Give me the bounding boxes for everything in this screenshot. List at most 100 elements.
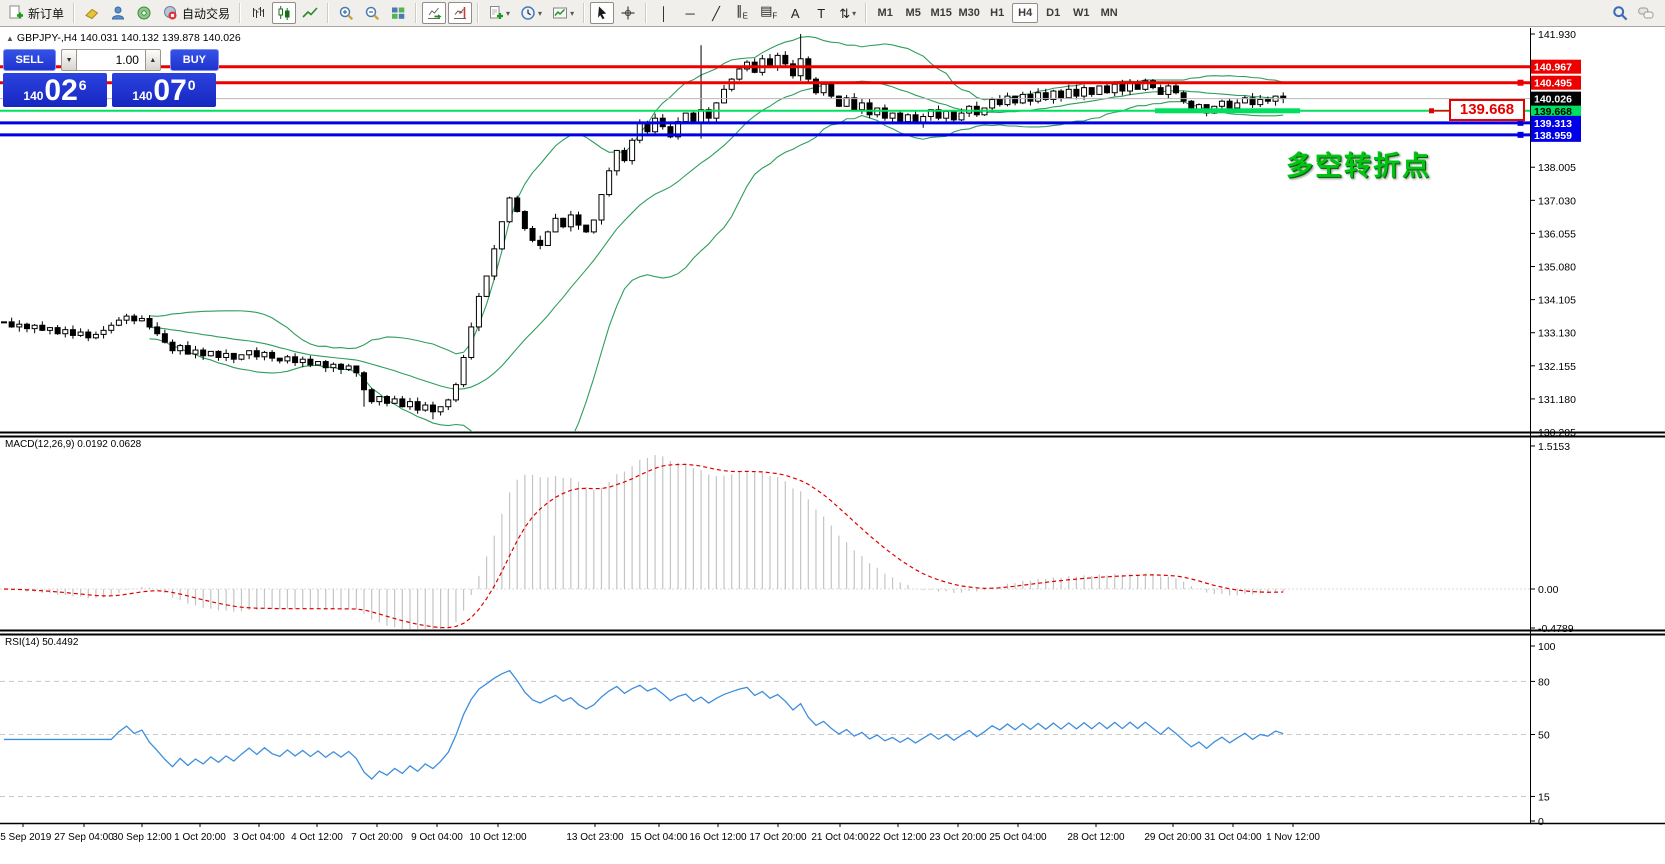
svg-text:131.180: 131.180: [1538, 394, 1576, 406]
metaeditor-button[interactable]: [106, 2, 130, 24]
indicators-icon: [488, 5, 504, 21]
crosshair-button[interactable]: [616, 2, 640, 24]
label-tool-button[interactable]: T: [809, 2, 833, 24]
linechart-icon: [302, 5, 318, 21]
sell-price-figure: 140: [23, 89, 43, 103]
zoom-out-icon: [364, 5, 380, 21]
svg-text:136.055: 136.055: [1538, 228, 1576, 240]
line-chart-button[interactable]: [298, 2, 322, 24]
toolbar-separator: [239, 3, 241, 23]
indicators-list-button[interactable]: ▾: [484, 2, 514, 24]
timeframe-m15-button[interactable]: M15: [928, 3, 954, 23]
toolbar-separator: [415, 3, 417, 23]
svg-text:132.155: 132.155: [1538, 361, 1576, 373]
timeframe-h4-button[interactable]: H4: [1012, 3, 1038, 23]
svg-text:10 Oct 12:00: 10 Oct 12:00: [469, 832, 527, 843]
timeframe-m30-button[interactable]: M30: [956, 3, 982, 23]
history-center-button[interactable]: [80, 2, 104, 24]
svg-text:140.026: 140.026: [1534, 94, 1572, 106]
fibonacci-tool-button[interactable]: ▤F: [756, 2, 781, 24]
search-button[interactable]: [1608, 2, 1632, 24]
vertical-line-tool-button[interactable]: │: [652, 2, 676, 24]
arrows-tool-button[interactable]: ⇅▾: [835, 2, 860, 24]
timeframe-h1-button[interactable]: H1: [984, 3, 1010, 23]
bars-icon: [250, 5, 266, 21]
toolbar-separator: [477, 3, 479, 23]
toolbar-separator: [645, 3, 647, 23]
toolbar-right-group: [1607, 2, 1659, 24]
new-order-button[interactable]: 新订单: [4, 2, 68, 24]
channel-tool-icon: ∥E: [736, 4, 748, 23]
horizontal-line-tool-button[interactable]: ─: [678, 2, 702, 24]
toolbar-separator: [73, 3, 75, 23]
volume-input[interactable]: [77, 49, 145, 71]
svg-text:140.495: 140.495: [1534, 78, 1572, 90]
volume-decrease-button[interactable]: ▼: [61, 49, 77, 71]
periods-button[interactable]: ▾: [516, 2, 546, 24]
timeframe-mn-button[interactable]: MN: [1096, 3, 1122, 23]
bar-chart-button[interactable]: [246, 2, 270, 24]
auto-scroll-icon: [426, 5, 442, 21]
chevron-down-icon[interactable]: ▾: [852, 9, 856, 18]
candlestick-chart-button[interactable]: [272, 2, 296, 24]
sell-price-big: 02: [44, 76, 77, 106]
toolbar-separator: [865, 3, 867, 23]
svg-text:141.930: 141.930: [1538, 29, 1576, 41]
chart-shift-button[interactable]: [448, 2, 472, 24]
zoom-in-button[interactable]: [334, 2, 358, 24]
chart-window[interactable]: 141.930138.005137.030136.055135.080134.1…: [0, 28, 1665, 859]
cursor-icon: [594, 5, 610, 21]
buy-price-display[interactable]: 140 07 0: [112, 73, 216, 107]
chart-annotation-text[interactable]: 多空转折点: [1286, 144, 1431, 183]
svg-text:27 Sep 04:00: 27 Sep 04:00: [54, 832, 114, 843]
timeframe-w1-button[interactable]: W1: [1068, 3, 1094, 23]
autotrade-icon: [162, 5, 178, 21]
timeframe-m5-button[interactable]: M5: [900, 3, 926, 23]
chat-button[interactable]: [1634, 2, 1658, 24]
price-tag-139668[interactable]: 139.668: [1449, 99, 1525, 121]
autotrading-label: 自动交易: [182, 5, 230, 22]
text-tool-button[interactable]: A: [783, 2, 807, 24]
chevron-down-icon[interactable]: ▾: [506, 9, 510, 18]
collapse-arrow-icon[interactable]: ▲: [6, 34, 14, 43]
svg-text:31 Oct 04:00: 31 Oct 04:00: [1204, 832, 1262, 843]
svg-text:0.00: 0.00: [1538, 584, 1559, 596]
signals-button[interactable]: [132, 2, 156, 24]
templates-button[interactable]: ▾: [548, 2, 578, 24]
tile-windows-button[interactable]: [386, 2, 410, 24]
main-toolbar: 新订单 自动交易 ▾ ▾ ▾ │ ─ ╱ ∥E ▤FAT⇅▾ M1M5M15M30H1H4D1W1M…: [0, 0, 1665, 27]
zoom-out-button[interactable]: [360, 2, 384, 24]
sell-button[interactable]: SELL: [3, 49, 56, 71]
cursor-button[interactable]: [590, 2, 614, 24]
one-click-trade-panel: SELL ▼ ▲ BUY 140 02 6 140 07 0: [3, 49, 219, 107]
autotrading-button[interactable]: 自动交易: [158, 2, 234, 24]
svg-text:17 Oct 20:00: 17 Oct 20:00: [749, 832, 807, 843]
timeframe-d1-button[interactable]: D1: [1040, 3, 1066, 23]
trendline-tool-button[interactable]: ╱: [704, 2, 728, 24]
candles-icon: [276, 5, 292, 21]
channel-tool-button[interactable]: ∥E: [730, 2, 754, 24]
symbol-ohlc-text: GBPJPY-,H4 140.031 140.132 139.878 140.0…: [17, 32, 241, 44]
svg-text:25 Sep 2019: 25 Sep 2019: [0, 832, 52, 843]
svg-text:100: 100: [1538, 641, 1556, 653]
svg-text:16 Oct 12:00: 16 Oct 12:00: [689, 832, 747, 843]
signal-icon: [136, 5, 152, 21]
chart-shift-icon: [452, 5, 468, 21]
svg-text:9 Oct 04:00: 9 Oct 04:00: [411, 832, 463, 843]
vertical-line-tool-icon: │: [660, 7, 668, 20]
volume-increase-button[interactable]: ▲: [145, 49, 161, 71]
svg-text:15 Oct 04:00: 15 Oct 04:00: [630, 832, 688, 843]
svg-text:134.105: 134.105: [1538, 295, 1576, 307]
timeframe-m1-button[interactable]: M1: [872, 3, 898, 23]
auto-scroll-button[interactable]: [422, 2, 446, 24]
svg-text:1.5153: 1.5153: [1538, 441, 1570, 453]
chevron-down-icon[interactable]: ▾: [538, 9, 542, 18]
buy-button[interactable]: BUY: [170, 49, 219, 71]
svg-text:3 Oct 04:00: 3 Oct 04:00: [233, 832, 285, 843]
svg-text:130.205: 130.205: [1538, 427, 1576, 439]
svg-text:140.967: 140.967: [1534, 62, 1572, 74]
horizontal-line-tool-icon: ─: [685, 7, 694, 20]
chevron-down-icon[interactable]: ▾: [570, 9, 574, 18]
sell-price-display[interactable]: 140 02 6: [3, 73, 107, 107]
svg-text:7 Oct 20:00: 7 Oct 20:00: [351, 832, 403, 843]
